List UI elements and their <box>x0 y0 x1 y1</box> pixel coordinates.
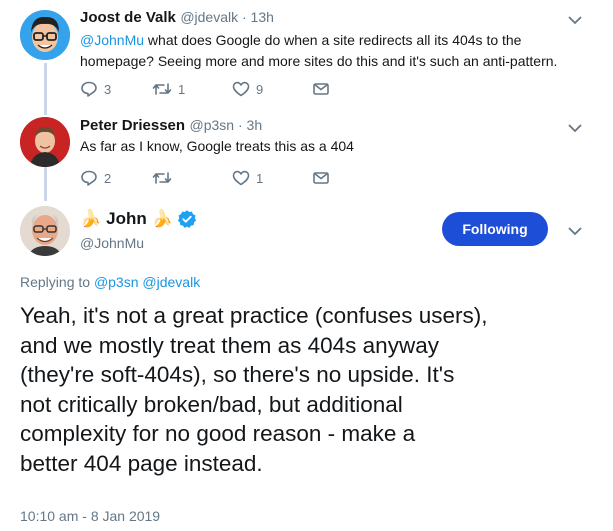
replying-to: Replying to @p3sn @jdevalk <box>20 274 200 290</box>
retweet-button[interactable]: 1 <box>152 81 232 97</box>
verified-badge-icon <box>177 210 197 228</box>
envelope-icon <box>313 172 329 184</box>
john-avatar-icon <box>20 206 70 256</box>
banana-emoji-left: 🍌 <box>80 209 102 228</box>
mention-link[interactable]: @JohnMu <box>80 32 144 48</box>
reply-button[interactable]: 2 <box>80 170 152 186</box>
reply-icon <box>81 170 97 186</box>
retweet-button[interactable] <box>152 170 232 186</box>
tweet-text-line: and we mostly treat them as 404s anyway <box>20 332 439 358</box>
retweet-count: 1 <box>178 81 186 97</box>
avatar-john[interactable] <box>20 206 70 256</box>
tweet-header: Peter Driessen @p3sn · 3h <box>80 117 262 135</box>
author-name[interactable]: Joost de Valk <box>80 9 176 26</box>
thread-line <box>44 63 47 115</box>
reply-count: 3 <box>104 81 112 97</box>
author-name: John <box>106 209 147 228</box>
author-name-row[interactable]: 🍌 John 🍌 <box>80 209 197 229</box>
like-button[interactable]: 9 <box>232 81 312 97</box>
tweet-text-line: (they're soft-404s), so there's no upsid… <box>20 362 455 387</box>
replying-to-label: Replying to <box>20 274 94 290</box>
following-button[interactable]: Following <box>442 212 548 246</box>
main-tweet-text: Yeah, it's not a great practice (confuse… <box>20 301 610 478</box>
dm-button[interactable] <box>312 81 330 97</box>
timestamp[interactable]: 10:10 am - 8 Jan 2019 <box>20 508 160 524</box>
avatar-peter[interactable] <box>20 117 70 167</box>
like-count: 9 <box>256 81 264 97</box>
chevron-down-icon[interactable] <box>567 122 583 134</box>
like-count: 1 <box>256 170 264 186</box>
banana-emoji-right: 🍌 <box>151 209 173 228</box>
chevron-down-icon[interactable] <box>567 225 583 237</box>
tweet-text: @JohnMu what does Google do when a site … <box>80 30 600 72</box>
author-meta[interactable]: @p3sn · 3h <box>190 117 263 133</box>
following-button-label: Following <box>462 221 528 237</box>
tweet-text: As far as I know, Google treats this as … <box>80 138 354 154</box>
chevron-down-icon[interactable] <box>567 14 583 26</box>
peter-avatar-icon <box>20 117 70 167</box>
author-name[interactable]: Peter Driessen <box>80 117 185 134</box>
tweet-text-line: Yeah, it's not a great practice (confuse… <box>20 303 488 328</box>
like-button[interactable]: 1 <box>232 170 312 186</box>
dm-button[interactable] <box>312 170 330 186</box>
tweet-text-line: what does Google do when a site redirect… <box>144 32 522 48</box>
reply-button[interactable]: 3 <box>80 81 152 97</box>
avatar-joost[interactable] <box>20 10 70 60</box>
tweet-text-line: not critically broken/bad, but additiona… <box>20 391 403 417</box>
reply-count: 2 <box>104 170 112 186</box>
tweet-actions: 2 1 <box>80 170 330 186</box>
heart-icon <box>232 81 250 97</box>
joost-avatar-icon <box>20 10 70 60</box>
retweet-icon <box>152 83 172 95</box>
tweet-header: Joost de Valk @jdevalk · 13h <box>80 9 274 27</box>
reply-icon <box>81 81 97 97</box>
tweet-text-line: homepage? Seeing more and more sites do … <box>80 53 558 69</box>
tweet-text-line: complexity for no good reason - make a <box>20 421 416 446</box>
tweet-actions: 3 1 9 <box>80 81 330 97</box>
heart-icon <box>232 170 250 186</box>
author-meta[interactable]: @jdevalk · 13h <box>180 9 274 25</box>
author-handle[interactable]: @JohnMu <box>80 235 144 251</box>
thread-line <box>44 167 47 201</box>
reply-user-link[interactable]: @jdevalk <box>142 274 200 290</box>
reply-user-link[interactable]: @p3sn <box>94 274 139 290</box>
tweet-text-line: better 404 page instead. <box>20 450 263 476</box>
envelope-icon <box>313 83 329 95</box>
retweet-icon <box>152 172 172 184</box>
